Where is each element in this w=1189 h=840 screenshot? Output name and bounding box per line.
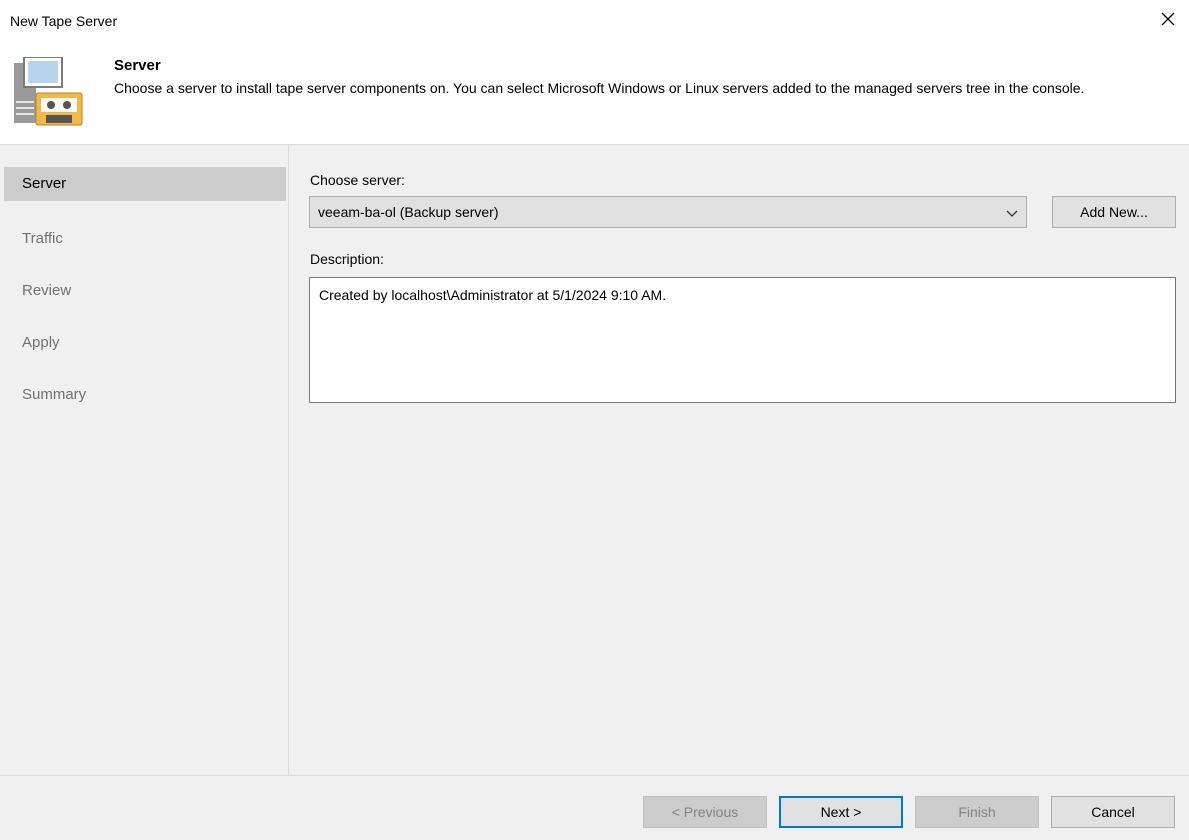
- step-review[interactable]: Review: [4, 274, 286, 308]
- wizard-footer: < Previous Next > Finish Cancel: [0, 775, 1189, 840]
- choose-server-label: Choose server:: [310, 172, 405, 188]
- step-summary[interactable]: Summary: [4, 378, 286, 412]
- close-icon[interactable]: [1157, 8, 1179, 30]
- server-select-value: veeam-ba-ol (Backup server): [318, 204, 499, 220]
- next-button[interactable]: Next >: [779, 796, 903, 828]
- tape-server-icon: [14, 56, 96, 129]
- title-bar: New Tape Server: [0, 0, 1189, 44]
- previous-button[interactable]: < Previous: [643, 796, 767, 828]
- description-field[interactable]: Created by localhost\Administrator at 5/…: [309, 277, 1176, 403]
- wizard-steps: Server Traffic Review Apply Summary: [0, 145, 289, 775]
- window-title: New Tape Server: [10, 13, 118, 29]
- step-form: Choose server: veeam-ba-ol (Backup serve…: [289, 145, 1189, 775]
- finish-button[interactable]: Finish: [915, 796, 1039, 828]
- chevron-down-icon: [1006, 206, 1018, 224]
- description-value: Created by localhost\Administrator at 5/…: [319, 287, 667, 303]
- wizard-header: Server Choose a server to install tape s…: [0, 44, 1189, 142]
- cancel-button[interactable]: Cancel: [1051, 796, 1175, 828]
- server-select[interactable]: veeam-ba-ol (Backup server): [309, 196, 1027, 228]
- step-apply[interactable]: Apply: [4, 326, 286, 360]
- add-new-button[interactable]: Add New...: [1052, 196, 1176, 228]
- description-label: Description:: [310, 251, 384, 267]
- wizard-content: Server Traffic Review Apply Summary Choo…: [0, 144, 1189, 775]
- step-server[interactable]: Server: [4, 167, 286, 201]
- step-description: Choose a server to install tape server c…: [114, 80, 1085, 96]
- step-traffic[interactable]: Traffic: [4, 222, 286, 256]
- step-title: Server: [114, 57, 161, 74]
